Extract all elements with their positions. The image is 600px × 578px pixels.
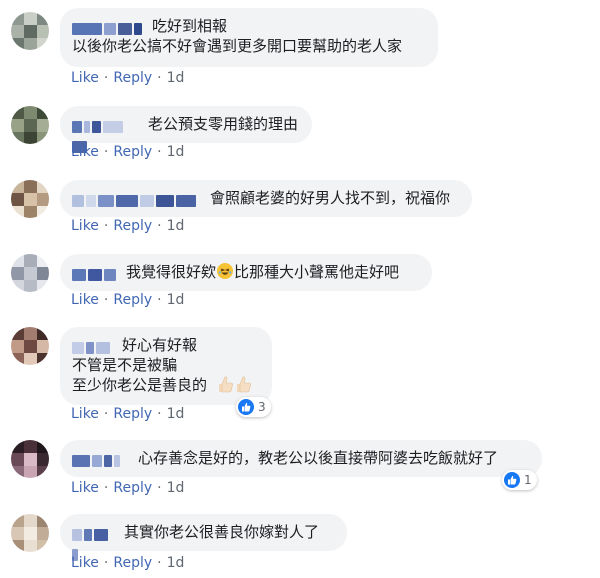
comment-bubble: 我覺得很好欸 比那種大小聲罵他走好吧 — [60, 254, 432, 291]
comment-bubble: 心存善念是好的，教老公以後直接帶阿婆去吃飯就好了 — [60, 440, 542, 477]
like-link[interactable]: Like — [71, 144, 99, 160]
reply-link[interactable]: Reply — [113, 144, 152, 160]
comment-actions: Like · Reply · 1d — [71, 292, 185, 308]
avatar[interactable] — [11, 514, 49, 552]
timestamp[interactable]: 1d — [167, 218, 185, 234]
comment-text: 吃好到相報 — [152, 17, 228, 35]
reply-link[interactable]: Reply — [113, 292, 152, 308]
avatar[interactable] — [11, 440, 49, 478]
timestamp[interactable]: 1d — [167, 555, 185, 571]
reaction-count-label: 3 — [258, 400, 266, 414]
author-name[interactable] — [72, 452, 130, 467]
avatar[interactable] — [11, 12, 49, 50]
reply-link[interactable]: Reply — [113, 70, 152, 86]
like-link[interactable]: Like — [71, 480, 99, 496]
laughing-emoji-icon — [217, 263, 234, 279]
timestamp[interactable]: 1d — [167, 144, 185, 160]
comment-text: 會照顧老婆的好男人找不到，祝福你 — [210, 189, 451, 207]
reaction-count[interactable]: 1 — [502, 470, 537, 490]
comment-text: 以後你老公搞不好會遇到更多開口要幫助的老人家 — [72, 37, 403, 55]
avatar[interactable] — [11, 106, 49, 144]
timestamp[interactable]: 1d — [167, 406, 185, 422]
like-reaction-icon — [238, 399, 254, 415]
like-link[interactable]: Like — [71, 555, 99, 571]
comment-actions: Like · Reply · 1d — [71, 218, 185, 234]
thumbs-up-emoji-icon — [216, 375, 252, 398]
like-link[interactable]: Like — [71, 218, 99, 234]
comment-text: 好心有好報 — [122, 336, 198, 354]
author-name[interactable] — [72, 339, 114, 354]
like-link[interactable]: Like — [71, 70, 99, 86]
comment-bubble: 其實你老公很善良你嫁對人了 — [60, 514, 347, 561]
comment-text: 心存善念是好的，教老公以後直接帶阿婆去吃飯就好了 — [138, 449, 499, 467]
comment-bubble: 老公預支零用錢的理由 — [60, 106, 312, 153]
reply-link[interactable]: Reply — [113, 218, 152, 234]
timestamp[interactable]: 1d — [167, 70, 185, 86]
comment-text: 老公預支零用錢的理由 — [148, 115, 299, 133]
author-name[interactable] — [72, 266, 118, 281]
like-link[interactable]: Like — [71, 292, 99, 308]
comment-text: 其實你老公很善良你嫁對人了 — [124, 523, 320, 541]
comment-actions: Like · Reply · 1d — [71, 480, 185, 496]
reaction-count[interactable]: 3 — [236, 397, 271, 417]
comment-bubble: 吃好到相報 以後你老公搞不好會遇到更多開口要幫助的老人家 — [60, 8, 438, 67]
reply-link[interactable]: Reply — [113, 555, 152, 571]
author-name[interactable] — [72, 118, 140, 153]
author-name[interactable] — [72, 192, 202, 207]
author-name[interactable] — [72, 20, 144, 35]
avatar[interactable] — [11, 180, 49, 218]
comment-text: 我覺得很好欸 — [126, 263, 217, 281]
avatar[interactable] — [11, 254, 49, 292]
comment-bubble: 好心有好報 不管是不是被騙 至少你老公是善良的 — [60, 327, 272, 405]
comment-actions: Like · Reply · 1d — [71, 406, 185, 422]
timestamp[interactable]: 1d — [167, 292, 185, 308]
comment-actions: Like · Reply · 1d — [71, 70, 185, 86]
author-name[interactable] — [72, 526, 116, 561]
timestamp[interactable]: 1d — [167, 480, 185, 496]
like-reaction-icon — [504, 472, 520, 488]
reaction-count-label: 1 — [524, 473, 532, 487]
comment-actions: Like · Reply · 1d — [71, 144, 185, 160]
avatar[interactable] — [11, 327, 49, 365]
comment-text: 比那種大小聲罵他走好吧 — [234, 263, 400, 281]
comment-text: 至少你老公是善良的 — [72, 376, 208, 394]
reply-link[interactable]: Reply — [113, 480, 152, 496]
comment-actions: Like · Reply · 1d — [71, 555, 185, 571]
like-link[interactable]: Like — [71, 406, 99, 422]
comment-text: 不管是不是被騙 — [72, 356, 178, 374]
comment-bubble: 會照顧老婆的好男人找不到，祝福你 — [60, 180, 472, 217]
reply-link[interactable]: Reply — [113, 406, 152, 422]
